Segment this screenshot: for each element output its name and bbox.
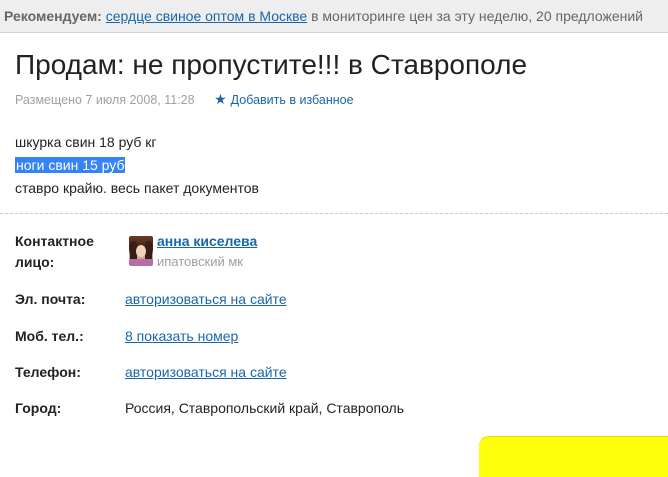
- description-line: ставро крайю. весь пакет документов: [15, 180, 259, 196]
- recommend-text: в мониторинге цен за эту неделю, 20 пред…: [311, 8, 643, 24]
- email-label: Эл. почта:: [15, 291, 86, 307]
- listing-description: шкурка свин 18 руб кг ноги свин 15 руб с…: [15, 131, 259, 200]
- mobile-label: Моб. тел.:: [15, 328, 84, 344]
- star-icon: ★: [214, 91, 227, 107]
- favorites-label: Добавить в избанное: [230, 93, 354, 107]
- recommend-label: Рекомендуем:: [4, 8, 102, 24]
- selected-text: ноги свин 15 руб: [15, 157, 126, 173]
- description-line: шкурка свин 18 руб кг: [15, 134, 157, 150]
- show-mobile-link[interactable]: 8 показать номер: [125, 328, 238, 344]
- recommend-link[interactable]: сердце свиное оптом в Москве: [106, 8, 307, 24]
- contact-person-label: Контактное лицо:: [15, 233, 94, 270]
- add-to-favorites-link[interactable]: ★ Добавить в избанное: [214, 91, 354, 107]
- yellow-banner[interactable]: [479, 437, 668, 477]
- city-value: Россия, Ставропольский край, Ставрополь: [125, 400, 405, 416]
- avatar[interactable]: [129, 236, 153, 266]
- email-login-link[interactable]: авторизоваться на сайте: [125, 291, 287, 307]
- page-title: Продам: не пропустите!!! в Ставрополе: [15, 49, 528, 80]
- contact-organization: ипатовский мк: [157, 254, 243, 269]
- contact-name-link[interactable]: анна киселева: [157, 233, 257, 249]
- recommendation-bar: Рекомендуем: сердце свиное оптом в Москв…: [0, 0, 668, 33]
- section-divider: [0, 213, 668, 214]
- city-label: Город:: [15, 400, 62, 416]
- phone-login-link[interactable]: авторизоваться на сайте: [125, 364, 287, 380]
- listing-meta: Размещено 7 июля 2008, 11:28 ★ Добавить в…: [15, 91, 354, 108]
- description-line-selected: ноги свин 15 руб: [15, 154, 259, 177]
- posted-date: Размещено 7 июля 2008, 11:28: [15, 93, 195, 107]
- phone-label: Телефон:: [15, 364, 81, 380]
